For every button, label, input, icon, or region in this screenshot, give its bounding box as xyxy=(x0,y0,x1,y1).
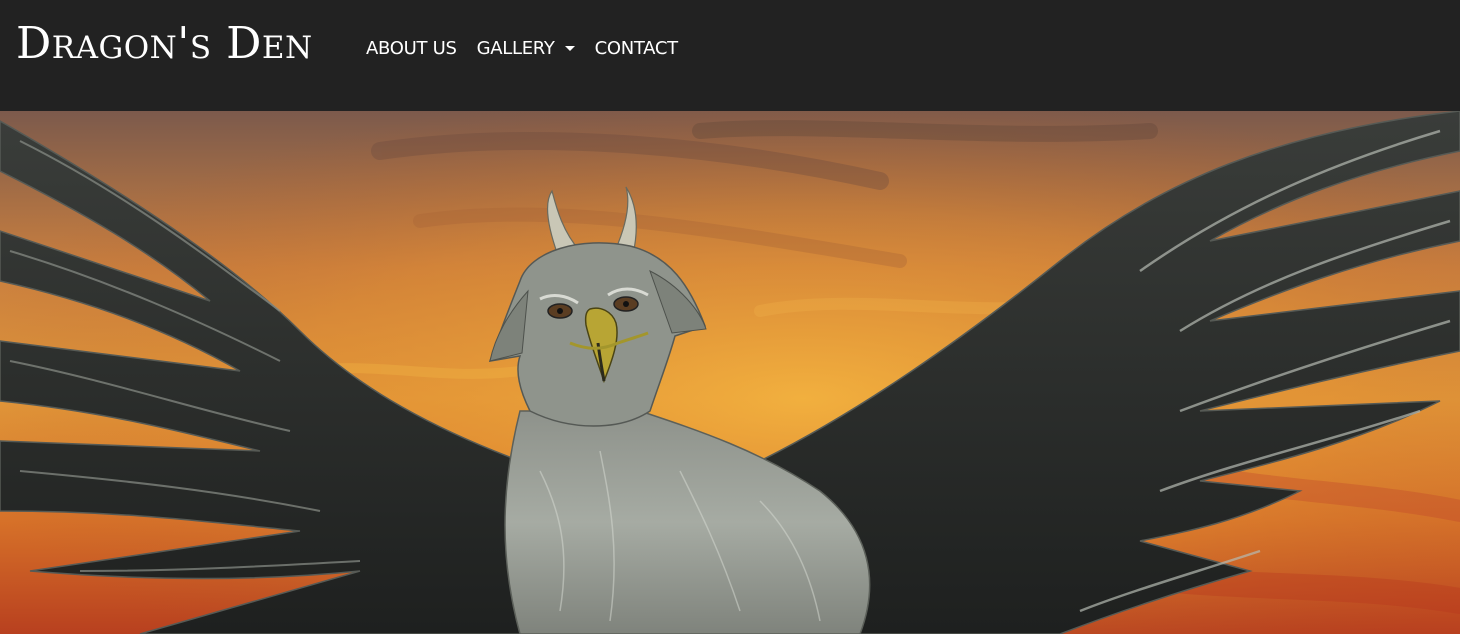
brand-logo-link[interactable]: Dragon's Den xyxy=(16,18,313,70)
nav-contact-link[interactable]: CONTACT xyxy=(594,36,679,62)
gryphon-hero-image xyxy=(0,111,1460,634)
nav-about-us-label: ABOUT US xyxy=(366,38,457,59)
caret-down-icon xyxy=(564,45,575,51)
top-navbar: Dragon's Den ABOUT US GALLERY CONTACT xyxy=(0,0,1460,111)
hero-banner xyxy=(0,111,1460,634)
nav-gallery-label: GALLERY xyxy=(476,38,555,59)
main-nav: ABOUT US GALLERY CONTACT xyxy=(366,36,678,62)
nav-about-us-link[interactable]: ABOUT US xyxy=(366,36,457,62)
nav-gallery-dropdown[interactable]: GALLERY xyxy=(477,36,575,62)
nav-contact-label: CONTACT xyxy=(594,38,679,59)
